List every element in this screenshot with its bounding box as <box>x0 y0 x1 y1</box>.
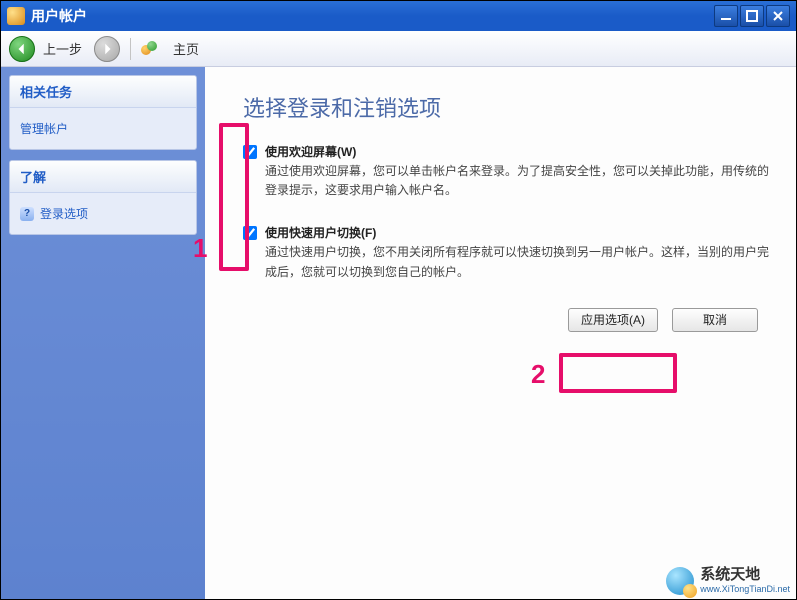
option-desc: 通过使用欢迎屏幕，您可以单击帐户名来登录。为了提高安全性，您可以关掉此功能，用传… <box>265 162 775 200</box>
option-welcome-screen: 使用欢迎屏幕(W) 通过使用欢迎屏幕，您可以单击帐户名来登录。为了提高安全性，您… <box>243 143 778 200</box>
titlebar: 用户帐户 <box>1 1 796 31</box>
apply-options-button[interactable]: 应用选项(A) <box>568 308 658 332</box>
sidebar-link-login-options[interactable]: ? 登录选项 <box>20 201 186 226</box>
toolbar: 上一步 主页 <box>1 31 796 67</box>
option-desc: 通过快速用户切换，您不用关闭所有程序就可以快速切换到另一用户帐户。这样，当别的用… <box>265 243 775 281</box>
cancel-button[interactable]: 取消 <box>672 308 758 332</box>
minimize-icon <box>720 10 732 22</box>
button-row: 应用选项(A) 取消 <box>223 308 758 332</box>
sidebar-tasks-panel: 相关任务 管理帐户 <box>9 75 197 150</box>
minimize-button[interactable] <box>714 5 738 27</box>
checkbox-welcome-screen[interactable] <box>243 145 257 159</box>
home-icon <box>141 39 163 59</box>
page-heading: 选择登录和注销选项 <box>243 91 778 123</box>
window-title: 用户帐户 <box>31 6 714 26</box>
option-title: 使用欢迎屏幕(W) <box>265 143 778 160</box>
arrow-left-icon <box>15 42 29 56</box>
close-icon <box>772 10 784 22</box>
sidebar-tasks-header: 相关任务 <box>10 76 196 108</box>
back-label: 上一步 <box>43 39 82 58</box>
sidebar-learn-header: 了解 <box>10 161 196 193</box>
option-fast-user-switching: 使用快速用户切换(F) 通过快速用户切换，您不用关闭所有程序就可以快速切换到另一… <box>243 224 778 281</box>
main-area: 相关任务 管理帐户 了解 ? 登录选项 选择登录和注销选项 使用欢迎屏幕(W) … <box>1 67 796 599</box>
forward-button[interactable] <box>94 36 120 62</box>
sidebar-link-label: 登录选项 <box>40 205 88 222</box>
close-button[interactable] <box>766 5 790 27</box>
watermark-line2: www.XiTongTianDi.net <box>700 584 790 595</box>
arrow-right-icon <box>100 42 114 56</box>
back-button[interactable] <box>9 36 35 62</box>
watermark-line1: 系统天地 <box>700 566 790 584</box>
maximize-button[interactable] <box>740 5 764 27</box>
globe-icon <box>666 567 694 595</box>
app-icon <box>7 7 25 25</box>
checkbox-fast-user-switching[interactable] <box>243 226 257 240</box>
annotation-number-2: 2 <box>531 359 545 390</box>
sidebar: 相关任务 管理帐户 了解 ? 登录选项 <box>1 67 205 599</box>
toolbar-separator <box>130 38 131 60</box>
watermark: 系统天地 www.XiTongTianDi.net <box>666 566 790 595</box>
maximize-icon <box>746 10 758 22</box>
option-title: 使用快速用户切换(F) <box>265 224 778 241</box>
window-controls <box>714 5 790 27</box>
sidebar-link-manage-accounts[interactable]: 管理帐户 <box>20 116 186 141</box>
sidebar-learn-panel: 了解 ? 登录选项 <box>9 160 197 235</box>
content-pane: 选择登录和注销选项 使用欢迎屏幕(W) 通过使用欢迎屏幕，您可以单击帐户名来登录… <box>205 67 796 599</box>
annotation-box-2 <box>559 353 677 393</box>
question-icon: ? <box>20 207 34 221</box>
sidebar-link-label: 管理帐户 <box>20 120 68 137</box>
home-link[interactable]: 主页 <box>173 39 199 58</box>
